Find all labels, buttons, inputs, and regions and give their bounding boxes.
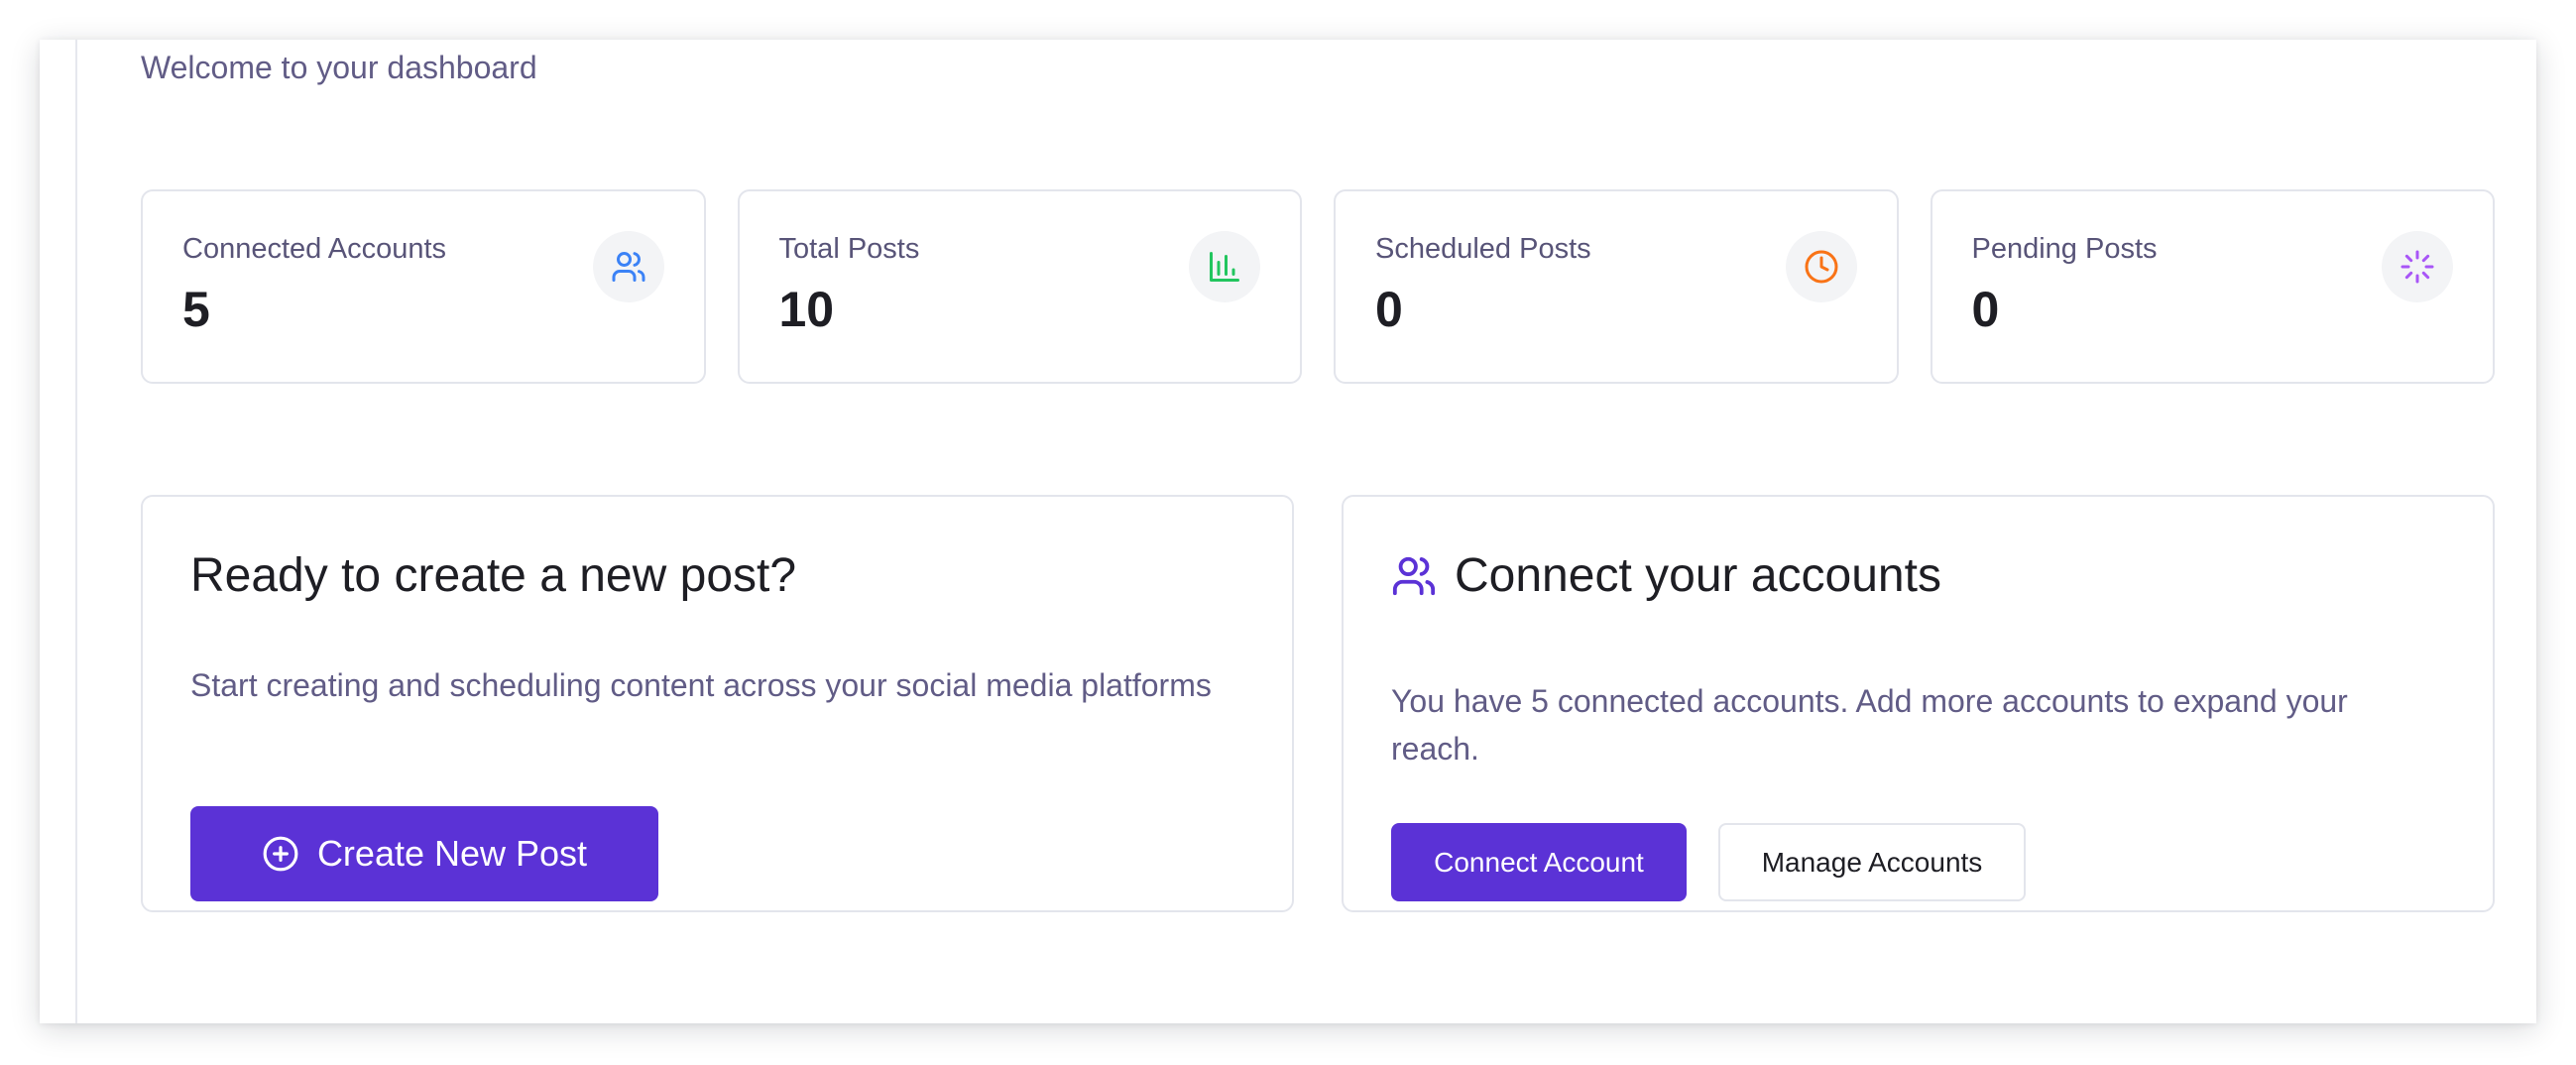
stat-label: Scheduled Posts <box>1375 233 1591 265</box>
stat-value: 10 <box>778 282 835 337</box>
connect-accounts-title: Connect your accounts <box>1391 548 1941 603</box>
page-subtitle: Welcome to your dashboard <box>141 50 537 85</box>
clock-icon <box>1785 231 1857 302</box>
create-post-panel: Ready to create a new post? Start creati… <box>141 495 1294 912</box>
connect-accounts-title-text: Connect your accounts <box>1455 549 1941 602</box>
create-post-title-text: Ready to create a new post? <box>190 549 797 602</box>
stats-row: Connected Accounts 5 Total Posts 10 Sche… <box>141 189 2495 384</box>
stat-label: Total Posts <box>778 233 920 265</box>
stat-value: 5 <box>182 282 210 337</box>
stat-label: Connected Accounts <box>182 233 447 265</box>
connect-account-button[interactable]: Connect Account <box>1391 823 1687 901</box>
stat-card-total-posts: Total Posts 10 <box>737 189 1302 384</box>
action-panels: Ready to create a new post? Start creati… <box>141 495 2495 912</box>
create-post-description: Start creating and scheduling content ac… <box>190 667 1212 703</box>
connect-accounts-description: You have 5 connected accounts. Add more … <box>1391 683 2348 767</box>
sidebar-border <box>75 40 77 1023</box>
dashboard-window: Welcome to your dashboard Connected Acco… <box>40 40 2536 1023</box>
connect-accounts-panel: Connect your accounts You have 5 connect… <box>1342 495 2495 912</box>
manage-accounts-button[interactable]: Manage Accounts <box>1718 823 2026 901</box>
users-icon <box>1392 556 1436 595</box>
stat-card-connected-accounts: Connected Accounts 5 <box>141 189 706 384</box>
bar-chart-icon <box>1189 231 1260 302</box>
stat-card-pending-posts: Pending Posts 0 <box>1930 189 2495 384</box>
stat-label: Pending Posts <box>1971 233 2158 265</box>
create-new-post-button[interactable]: Create New Post <box>190 806 658 901</box>
stat-card-scheduled-posts: Scheduled Posts 0 <box>1334 189 1899 384</box>
stat-value: 0 <box>1375 282 1403 337</box>
create-new-post-label: Create New Post <box>316 833 588 874</box>
users-icon <box>592 231 664 302</box>
stat-value: 0 <box>1971 282 2000 337</box>
plus-circle-icon <box>263 836 298 872</box>
create-post-title: Ready to create a new post? <box>190 548 796 603</box>
loader-icon <box>2382 231 2453 302</box>
